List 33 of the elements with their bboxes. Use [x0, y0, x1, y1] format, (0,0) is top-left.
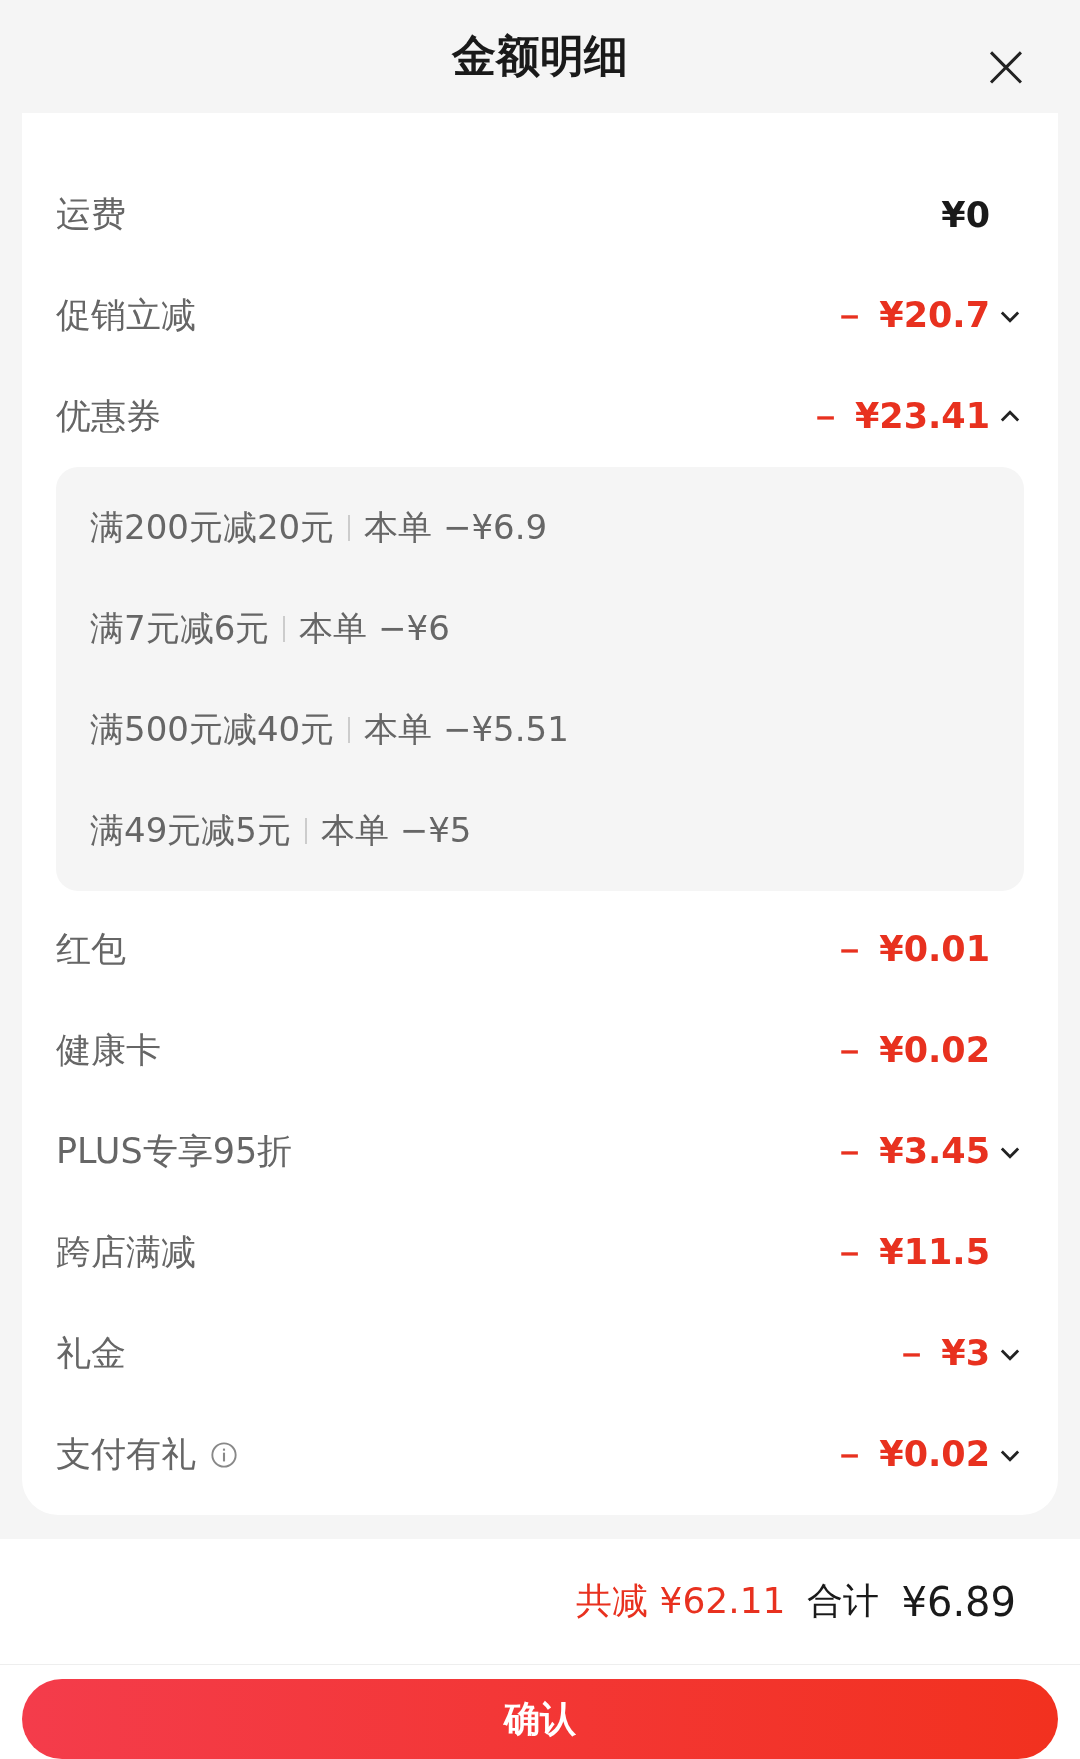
row-amount: － ¥11.5 — [832, 1231, 990, 1274]
row-amount: ¥0 — [941, 194, 990, 235]
confirm-button[interactable]: 确认 — [22, 1679, 1058, 1759]
total-amount: ¥6.89 — [901, 1578, 1016, 1625]
sheet-title: 金额明细 — [452, 29, 628, 83]
row-label: 红包 — [56, 928, 126, 971]
row-label: 跨店满减 — [56, 1231, 196, 1274]
row-label: 促销立减 — [56, 294, 196, 337]
row-label: 健康卡 — [56, 1029, 161, 1072]
coupon-rule: 满49元减5元 — [90, 808, 291, 852]
row-amount: － ¥3 — [894, 1332, 990, 1375]
row-label: PLUS专享95折 — [56, 1130, 293, 1173]
close-button[interactable]: × — [978, 38, 1034, 94]
coupon-amount: 本单 −¥5.51 — [364, 707, 569, 751]
row-amount: － ¥3.45 — [832, 1130, 990, 1173]
coupon-amount: 本单 −¥6.9 — [364, 505, 548, 549]
row-amount: － ¥0.01 — [832, 928, 990, 971]
row-amount: － ¥0.02 — [832, 1029, 990, 1072]
total-label: 合计 — [807, 1579, 880, 1623]
coupon-rule: 满200元减20元 — [90, 505, 335, 549]
coupon-rule: 满500元减40元 — [90, 707, 335, 751]
row-label: 支付有礼 — [56, 1433, 196, 1476]
row-label: 运费 — [56, 193, 126, 236]
coupon-amount: 本单 −¥6 — [299, 606, 450, 650]
total-discount: 共减 ¥62.11 — [576, 1579, 786, 1623]
row-amount: － ¥0.02 — [832, 1433, 990, 1476]
row-label: 礼金 — [56, 1332, 126, 1375]
row-amount: － ¥23.41 — [807, 395, 990, 438]
info-icon[interactable] — [210, 1440, 238, 1469]
coupon-amount: 本单 −¥5 — [320, 808, 472, 852]
coupon-rule: 满7元减6元 — [90, 606, 270, 650]
row-label: 优惠券 — [56, 395, 161, 438]
row-amount: － ¥20.7 — [832, 294, 990, 337]
